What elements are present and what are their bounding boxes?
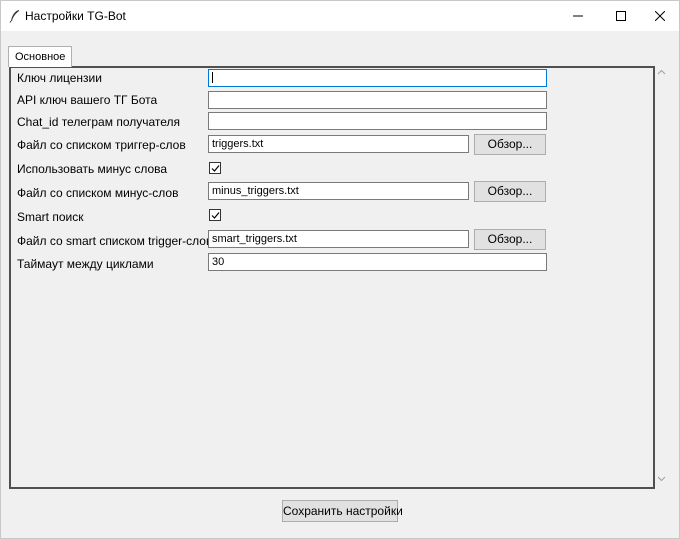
maximize-icon — [616, 11, 626, 21]
smart-file-input[interactable]: smart_triggers.txt — [208, 230, 469, 248]
triggers-browse-button[interactable]: Обзор... — [474, 134, 546, 155]
minus-browse-button[interactable]: Обзор... — [474, 181, 546, 202]
checkmark-icon — [211, 165, 220, 172]
scroll-up-icon[interactable] — [657, 69, 666, 75]
close-icon — [655, 11, 665, 21]
use-minus-checkbox[interactable] — [209, 162, 221, 174]
minus-file-label: Файл со списком минус-слов — [17, 186, 179, 200]
triggers-file-label: Файл со списком триггер-слов — [17, 138, 186, 152]
vertical-scrollbar[interactable] — [655, 66, 669, 489]
license-key-label: Ключ лицензии — [17, 71, 102, 85]
minimize-icon — [573, 15, 583, 17]
timeout-input[interactable]: 30 — [208, 253, 547, 271]
smart-browse-button[interactable]: Обзор... — [474, 229, 546, 250]
use-minus-label: Использовать минус слова — [17, 162, 168, 176]
text-caret — [212, 72, 213, 83]
save-settings-button[interactable]: Сохранить настройки — [282, 500, 403, 522]
minimize-button[interactable] — [555, 1, 601, 31]
minus-file-input[interactable]: minus_triggers.txt — [208, 182, 469, 200]
smart-file-label: Файл со smart списком trigger-слов — [17, 234, 213, 248]
feather-icon — [9, 9, 21, 23]
smart-search-checkbox[interactable] — [209, 209, 221, 221]
scroll-down-icon[interactable] — [657, 476, 666, 482]
chat-id-label: Chat_id телеграм получателя — [17, 115, 181, 129]
chat-id-input[interactable] — [208, 112, 547, 130]
close-button[interactable] — [637, 1, 680, 31]
license-key-input[interactable] — [208, 69, 547, 87]
triggers-file-input[interactable]: triggers.txt — [208, 135, 469, 153]
settings-window: Настройки TG-Bot Основное Ключ лицензии … — [0, 0, 680, 539]
api-key-label: API ключ вашего ТГ Бота — [17, 93, 158, 107]
smart-search-label: Smart поиск — [17, 210, 84, 224]
timeout-label: Таймаут между циклами — [17, 257, 154, 271]
window-title: Настройки TG-Bot — [25, 9, 126, 23]
checkmark-icon — [211, 212, 220, 219]
api-key-input[interactable] — [208, 91, 547, 109]
title-bar[interactable]: Настройки TG-Bot — [1, 1, 679, 31]
tab-main[interactable]: Основное — [8, 46, 73, 67]
